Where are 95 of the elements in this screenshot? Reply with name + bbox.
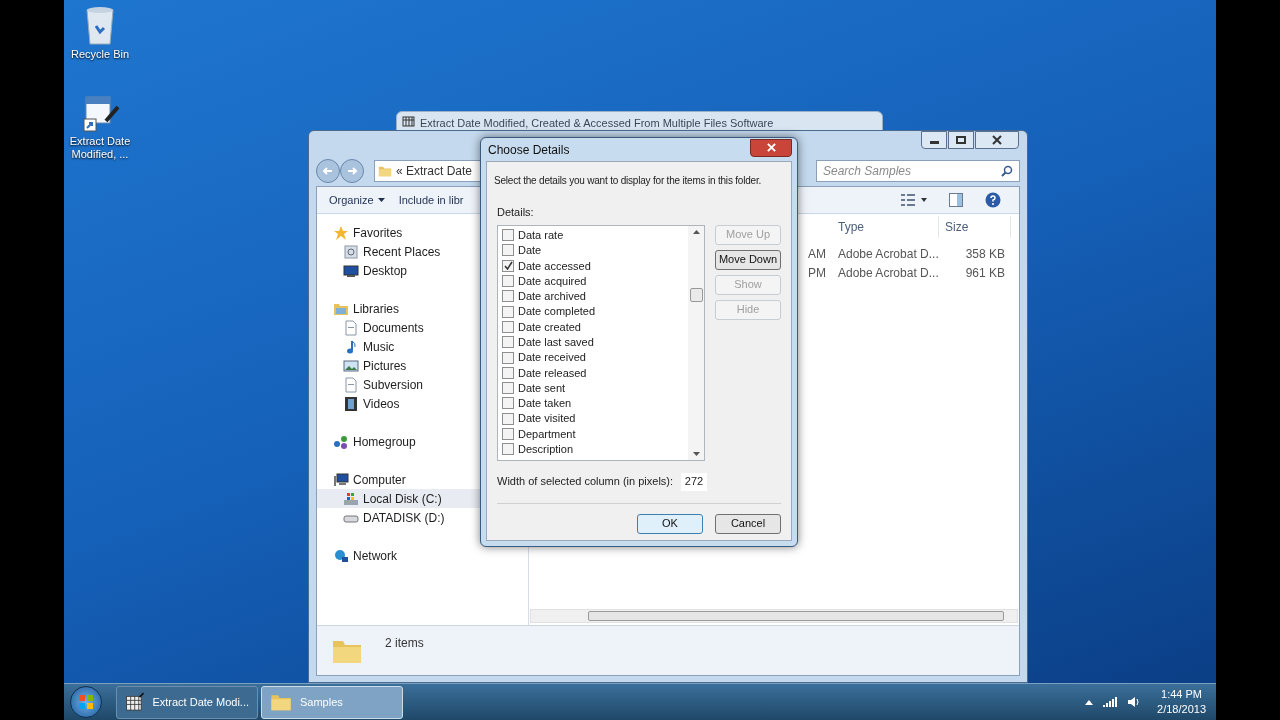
maximize-button[interactable]: [948, 131, 974, 149]
width-label: Width of selected column (in pixels):: [497, 474, 674, 490]
detail-item[interactable]: Date visited: [502, 411, 688, 427]
checkbox[interactable]: [502, 290, 514, 303]
horizontal-scrollbar[interactable]: [530, 609, 1018, 623]
checkbox[interactable]: [502, 320, 514, 333]
preview-pane-icon[interactable]: [949, 193, 963, 207]
checkbox[interactable]: [502, 259, 514, 272]
checkbox[interactable]: [502, 305, 514, 318]
checkbox[interactable]: [502, 336, 514, 349]
detail-item[interactable]: Date completed: [502, 304, 688, 320]
column-header[interactable]: Size: [939, 216, 1011, 238]
checkbox[interactable]: [502, 351, 514, 364]
forward-arrow-icon: [346, 164, 358, 177]
calendar-icon: [125, 690, 145, 714]
width-input[interactable]: 272: [681, 472, 707, 491]
document-icon: [343, 319, 359, 336]
detail-item[interactable]: Date taken: [502, 395, 688, 412]
detail-item[interactable]: Date last saved: [502, 334, 688, 350]
details-pane: 2 items: [317, 625, 1019, 675]
nav-item[interactable]: Network: [317, 546, 528, 565]
checkbox[interactable]: [502, 275, 514, 288]
dialog-button[interactable]: Cancel: [715, 513, 781, 534]
toolbar-button[interactable]: Organize: [325, 191, 389, 209]
close-button[interactable]: [975, 131, 1019, 149]
picture-frame-icon: [343, 357, 359, 374]
recycle-bin-icon: [84, 6, 116, 46]
homegroup-icon: [333, 433, 349, 450]
checkbox[interactable]: [502, 382, 514, 395]
table-cell: Adobe Acrobat D...: [838, 246, 939, 261]
table-cell-text: PM: [808, 264, 826, 282]
table-cell-text: AM: [808, 245, 826, 263]
table-cell-text: 358 KB: [965, 245, 1005, 263]
checkbox[interactable]: [502, 229, 514, 242]
checkbox[interactable]: [502, 443, 514, 456]
check-icon: [503, 261, 513, 271]
back-button[interactable]: [316, 158, 340, 183]
monitor-icon: [343, 262, 359, 279]
view-list-icon[interactable]: [901, 193, 927, 207]
star-icon: [333, 224, 349, 241]
close-icon: [992, 135, 1002, 145]
search-icon: [1001, 164, 1013, 177]
dialog-button[interactable]: OK: [637, 513, 703, 534]
back-arrow-icon: [322, 164, 334, 177]
scrollbar-thumb[interactable]: [689, 287, 703, 302]
detail-item[interactable]: Date archived: [502, 288, 688, 304]
checkbox[interactable]: [502, 412, 514, 425]
instruction-text: Select the details you want to display for the items in this folder.: [494, 174, 763, 188]
nav-item[interactable]: DATADISK (D:): [317, 508, 528, 527]
detail-item[interactable]: Date: [502, 242, 688, 259]
detail-item[interactable]: Description: [502, 441, 688, 457]
checkbox[interactable]: [502, 366, 514, 379]
detail-item[interactable]: Date created: [502, 319, 688, 335]
detail-item[interactable]: Department: [502, 426, 688, 442]
network-globe-icon: [333, 547, 349, 564]
checkbox[interactable]: [502, 397, 514, 410]
scroll-down-icon[interactable]: [692, 451, 700, 456]
desktop-shortcut[interactable]: Extract Date Modified, ...: [64, 91, 136, 161]
signal-bars-icon[interactable]: [1103, 696, 1118, 708]
film-icon: [343, 395, 359, 412]
detail-item[interactable]: Date released: [502, 365, 688, 381]
checkbox[interactable]: [502, 244, 514, 257]
speaker-icon[interactable]: [1127, 695, 1142, 709]
column-header[interactable]: Type: [832, 216, 939, 238]
clock[interactable]: 1:44 PM 2/18/2013: [1157, 687, 1206, 717]
detail-item[interactable]: Date acquired: [502, 273, 688, 289]
detail-item[interactable]: Date sent: [502, 380, 688, 396]
table-cell-text: 961 KB: [965, 264, 1005, 282]
minimize-button[interactable]: [921, 131, 947, 149]
vertical-scrollbar[interactable]: [688, 225, 704, 460]
windows-logo-icon: [78, 694, 94, 710]
side-button[interactable]: Move Down: [715, 249, 781, 270]
document-icon: [343, 376, 359, 393]
detail-item[interactable]: Date received: [502, 349, 688, 366]
table-cell: Adobe Acrobat D...: [838, 265, 939, 280]
forward-button[interactable]: [340, 158, 364, 183]
start-button[interactable]: [70, 686, 102, 718]
desktop-shortcut[interactable]: Recycle Bin: [64, 6, 136, 61]
show-hidden-icons-icon[interactable]: [1085, 699, 1094, 705]
caret-icon: [377, 198, 385, 202]
toolbar-button[interactable]: Include in libr: [394, 191, 468, 209]
close-button[interactable]: [750, 138, 792, 157]
taskbar-button[interactable]: Extract Date Modi...: [116, 685, 258, 719]
computer-icon: [333, 471, 349, 488]
checkbox[interactable]: [502, 428, 514, 440]
search-field[interactable]: Search Samples: [816, 159, 1020, 182]
details-label: Details:: [497, 205, 535, 220]
calendar-icon: [402, 115, 416, 127]
detail-item[interactable]: Date accessed: [502, 258, 688, 274]
scrollbar-thumb[interactable]: [588, 611, 1004, 621]
scroll-up-icon[interactable]: [692, 229, 700, 234]
system-drive-icon: [343, 490, 359, 507]
close-icon: [766, 143, 776, 152]
help-icon[interactable]: [985, 192, 1001, 208]
detail-item[interactable]: Data rate: [502, 227, 688, 243]
